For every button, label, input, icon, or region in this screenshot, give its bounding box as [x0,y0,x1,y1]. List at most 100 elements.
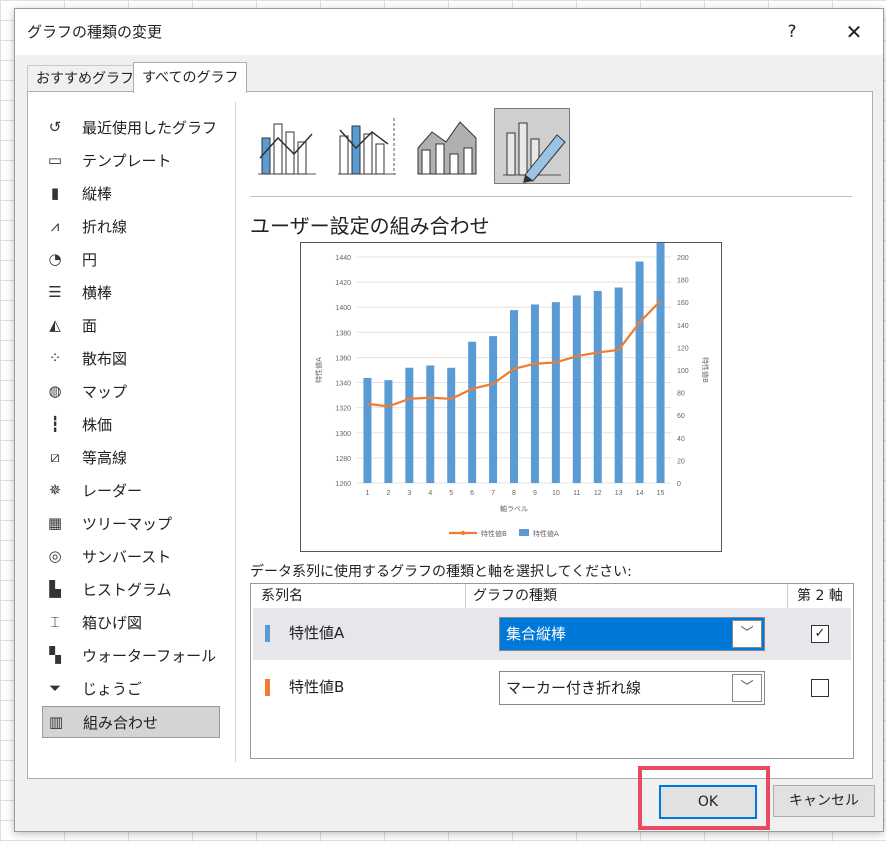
left-axis-tick-label: 1360 [335,355,351,362]
sidebar-item[interactable]: ▚ ウォーターフォール [42,640,218,670]
area-chart-icon: ◭ [49,316,61,334]
sidebar-item[interactable]: ▦ ツリーマップ [42,508,218,538]
combo-column-line-secondary-thumbnail[interactable] [330,108,404,182]
series-color-swatch [265,679,270,696]
right-axis-tick-label: 0 [677,481,681,488]
sidebar-item[interactable]: ▥ 組み合わせ [42,706,220,738]
recent-icon: ↺ [48,118,62,136]
x-tick-label: 6 [470,490,474,497]
surface-chart-icon: ⧄ [50,448,60,466]
dialog-title: グラフの種類の変更 [27,23,163,41]
tab-panel: ↺ 最近使用したグラフ ▭ テンプレート ▮ 縦棒 ⩘ 折れ線 ◔ 円 ☰ 横棒 ◭ 面 ⁘ 散布図 ◍ マップ ┇… [27,91,873,779]
x-tick-label: 1 [366,490,370,497]
custom-combo-thumbnail[interactable] [494,108,570,184]
sidebar-item[interactable]: ▭ テンプレート [42,145,218,175]
legend-marker [460,530,466,536]
combo-area-column-icon [417,121,477,175]
sidebar-item[interactable]: ⏷ じょうご [42,673,218,703]
x-axis-title: 軸ラベル [500,504,528,513]
right-axis-tick-label: 140 [677,323,689,330]
tab-all-charts[interactable]: すべてのグラフ [133,62,248,93]
x-tick-label: 4 [428,490,432,497]
divider [235,102,236,762]
sidebar-item-label: ヒストグラム [82,580,172,599]
secondary-axis-checkbox[interactable] [811,679,829,697]
sunburst-icon: ◎ [48,547,62,565]
folder-icon: ▭ [47,151,63,169]
sidebar-item[interactable]: ┇ 株価 [42,409,218,439]
radar-chart-icon: ✵ [48,481,62,499]
sidebar-item[interactable]: ▙ ヒストグラム [42,574,218,604]
sidebar-item-label: 面 [82,316,98,335]
cancel-button[interactable]: キャンセル [773,785,875,817]
chart-type-select[interactable]: 集合縦棒 ﹀ [499,617,765,651]
ok-button[interactable]: OK [659,785,757,819]
right-axis-tick-label: 120 [677,345,689,352]
x-tick-label: 11 [573,490,580,497]
column-chart-icon: ▮ [50,184,60,202]
x-tick-label: 15 [657,490,665,497]
sidebar-item[interactable]: ▮ 縦棒 [42,178,218,208]
custom-combo-pencil-icon [503,122,566,183]
bar [447,367,456,483]
legend-label: 特性値A [533,529,559,538]
sidebar-item[interactable]: ◎ サンバースト [42,541,218,571]
treemap-icon: ▦ [47,514,63,532]
sidebar-item-label: じょうご [82,679,143,698]
sidebar-item[interactable]: ◭ 面 [42,310,218,340]
bar [510,310,518,483]
left-axis-tick-label: 1400 [335,305,351,312]
sidebar-item[interactable]: ◍ マップ [42,376,218,406]
close-button[interactable]: ✕ [841,19,867,45]
secondary-axis-checkbox[interactable]: ✓ [811,625,829,643]
combo-area-column-thumbnail[interactable] [410,108,484,182]
right-axis-tick-label: 100 [677,368,689,375]
chevron-down-icon[interactable]: ﹀ [732,674,762,702]
sidebar-item[interactable]: ☰ 横棒 [42,277,218,307]
left-axis-tick-label: 1300 [335,431,351,438]
change-chart-type-dialog: グラフの種類の変更 ? ✕ おすすめグラフ すべてのグラフ ↺ 最近使用したグラフ… [14,8,884,832]
x-tick-label: 13 [615,490,623,497]
sidebar-item[interactable]: ↺ 最近使用したグラフ [42,112,218,142]
chart-type-value: マーカー付き折れ線 [506,679,642,697]
sidebar-item[interactable]: ⩘ 折れ線 [42,211,218,241]
bar [593,290,602,483]
x-tick-label: 12 [594,490,602,497]
sidebar-item-label: 等高線 [82,448,128,467]
chart-type-select[interactable]: マーカー付き折れ線 ﹀ [499,671,765,705]
funnel-icon: ⏷ [48,679,61,697]
left-axis-title: 特性値A [314,357,323,383]
bar [614,287,623,483]
left-axis-tick-label: 1260 [335,481,351,488]
sidebar-item-label: ウォーターフォール [82,646,217,665]
sidebar-item[interactable]: ✵ レーダー [42,475,218,505]
sidebar-item[interactable]: ⧄ 等高線 [42,442,218,472]
series-row: 特性値B マーカー付き折れ線 ﹀ [253,662,851,714]
combo-column-line-thumbnail[interactable] [250,108,324,182]
header-secondary-axis: 第 2 軸 [797,588,843,604]
tab-recommended[interactable]: おすすめグラフ [27,65,143,92]
combo-chart-icon: ▥ [48,713,64,731]
series-color-swatch [265,625,270,642]
help-button[interactable]: ? [779,19,805,45]
right-axis-tick-label: 180 [677,278,689,285]
header-chart-type: グラフの種類 [473,588,557,604]
divider-horizontal [250,196,852,197]
left-axis-tick-label: 1320 [335,406,351,413]
combo-section-title: ユーザー設定の組み合わせ [250,214,490,238]
legend-bar-swatch [519,529,529,536]
right-axis-title: 特性値B [701,357,710,383]
sidebar-item[interactable]: ⌶ 箱ひげ図 [42,607,218,637]
sidebar-item-label: 散布図 [82,349,128,368]
sidebar-item-label: 折れ線 [82,217,128,236]
bar [468,341,477,483]
x-tick-label: 7 [491,490,495,497]
sidebar-item[interactable]: ⁘ 散布図 [42,343,218,373]
sidebar-item-label: ツリーマップ [82,514,173,533]
left-axis-tick-label: 1440 [335,255,351,262]
chevron-down-icon[interactable]: ﹀ [732,620,762,648]
sidebar-item[interactable]: ◔ 円 [42,244,218,274]
sidebar-item-label: レーダー [82,481,143,500]
left-axis-tick-label: 1380 [335,330,351,337]
sidebar-item-label: マップ [82,382,128,401]
